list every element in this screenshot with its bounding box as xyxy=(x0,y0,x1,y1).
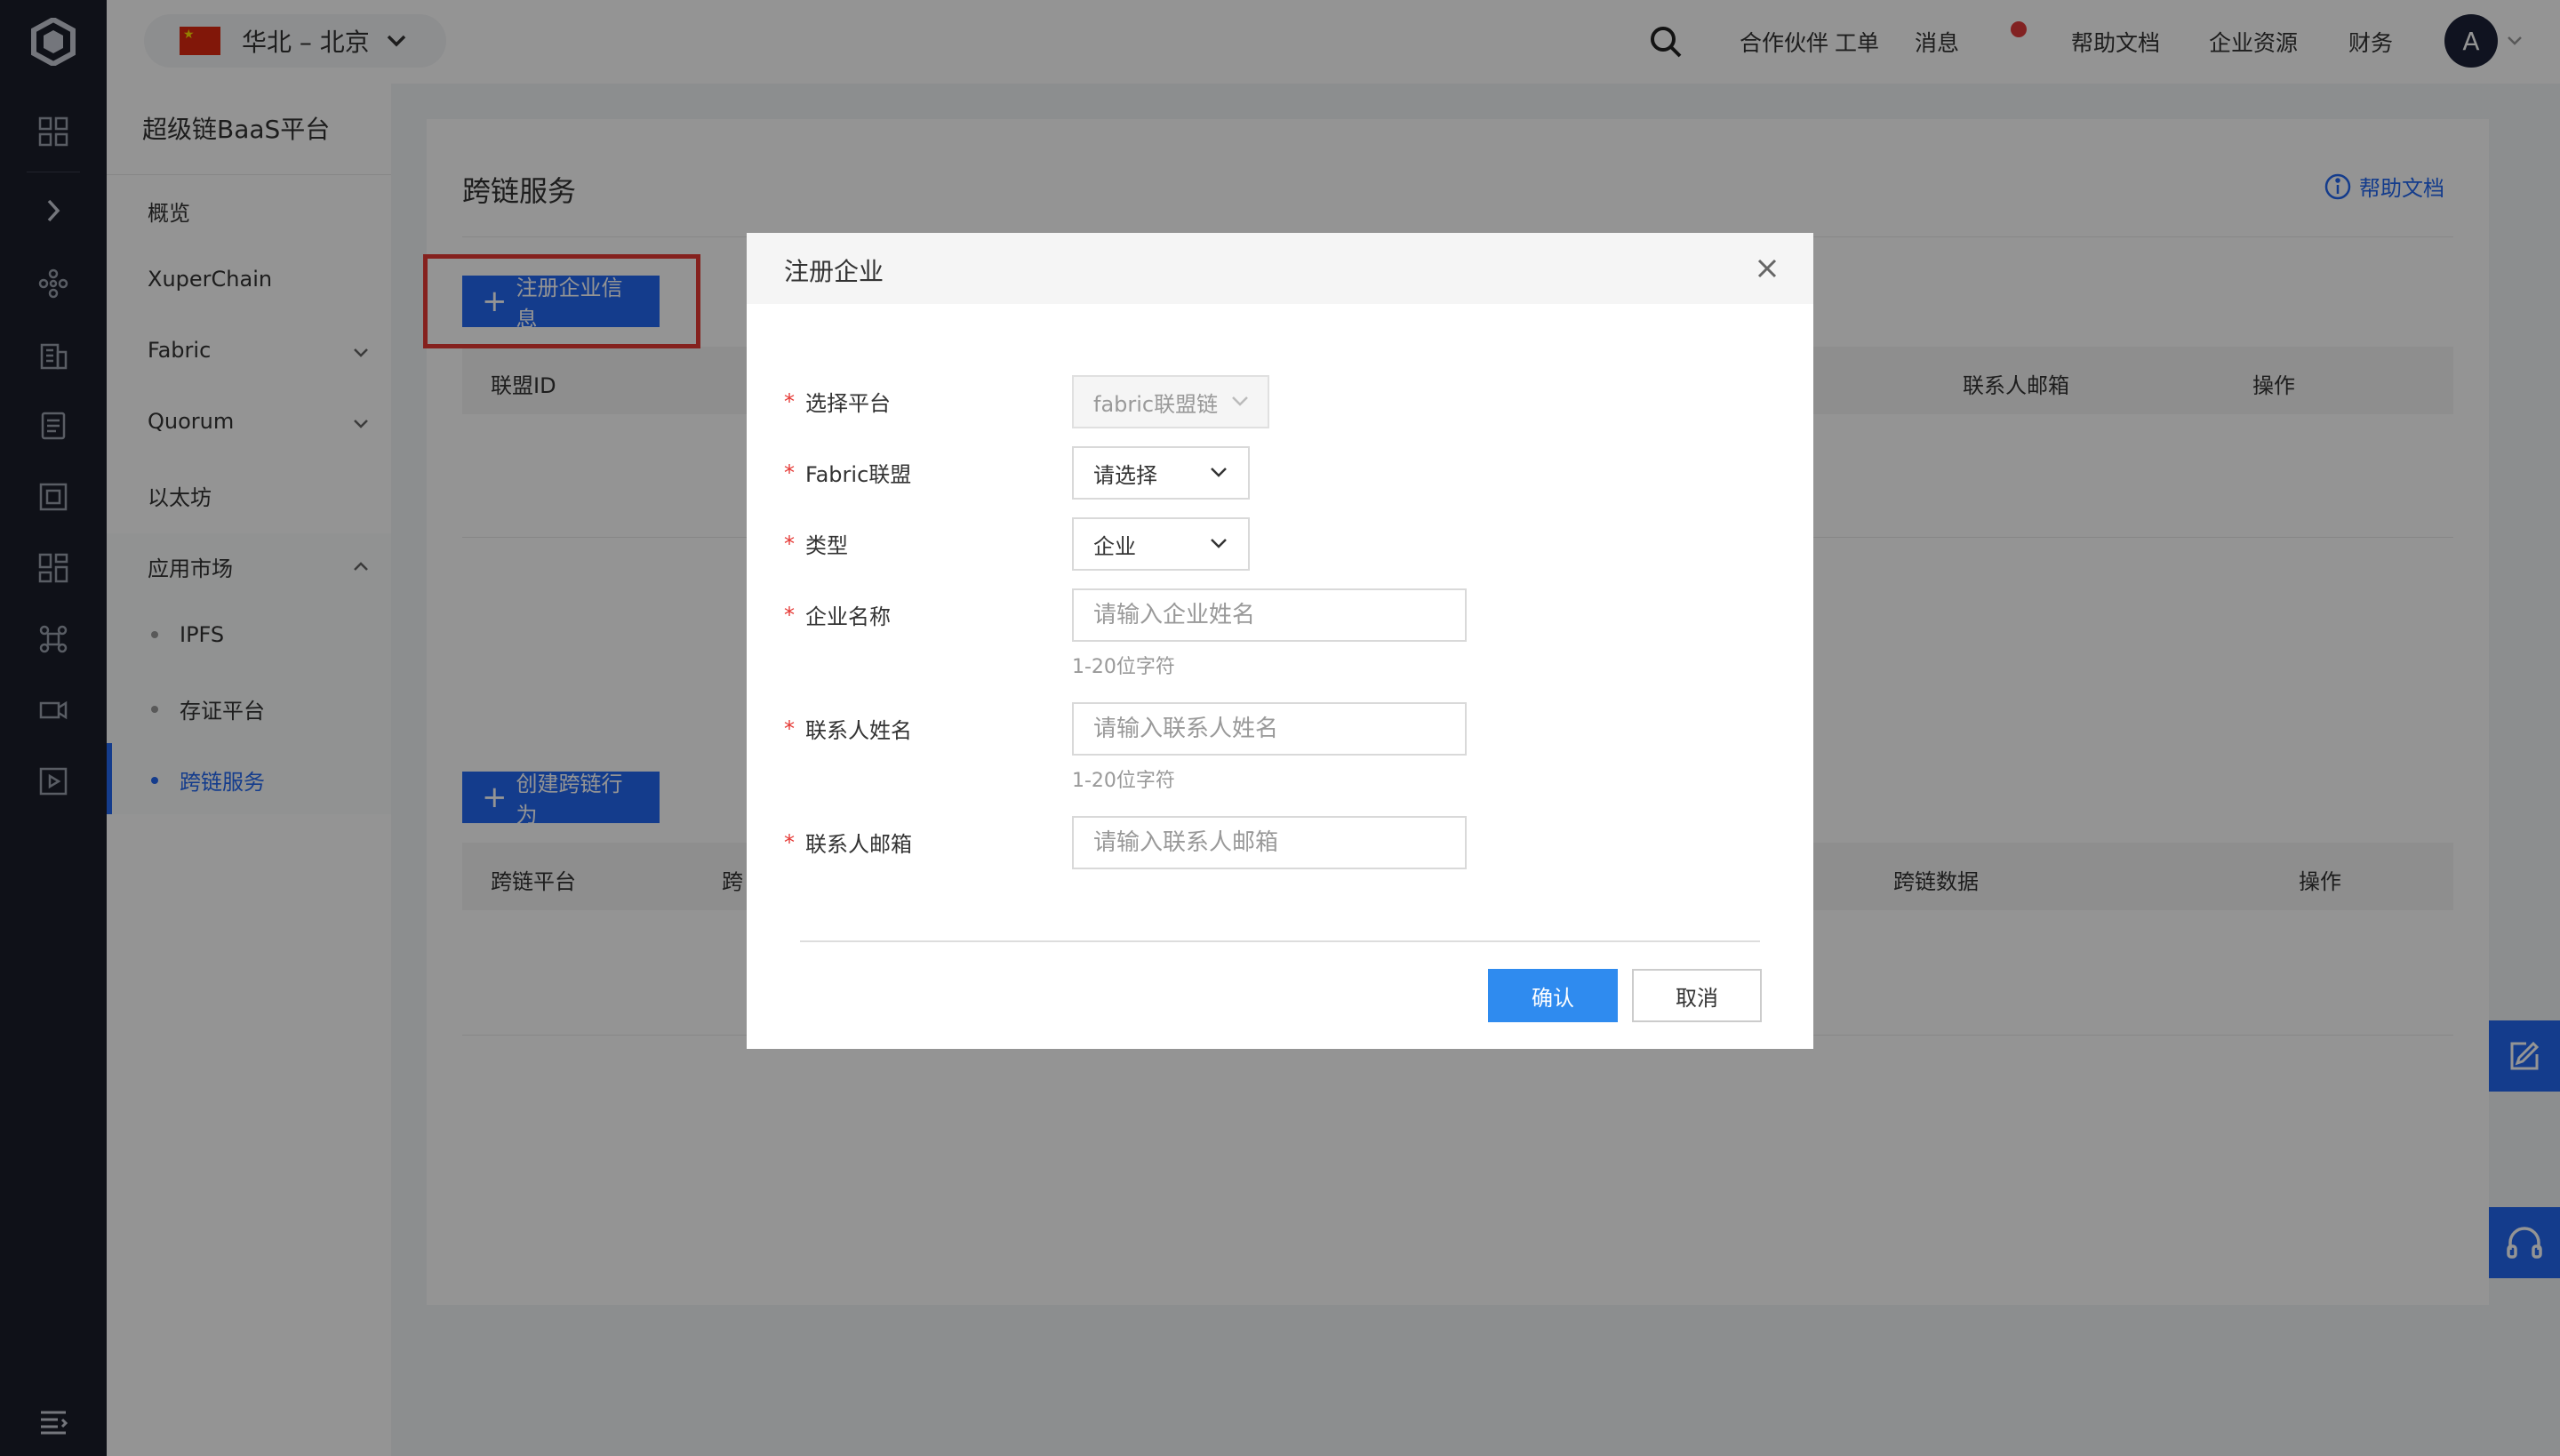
close-icon[interactable] xyxy=(1753,254,1781,283)
chevron-down-icon xyxy=(1232,396,1248,406)
type-label: * 类型 xyxy=(784,528,848,559)
contact-name-label: * 联系人姓名 xyxy=(784,713,912,744)
required-mark: * xyxy=(784,829,795,855)
consortium-label: * Fabric联盟 xyxy=(784,457,911,488)
type-select[interactable]: 企业 xyxy=(1072,517,1250,571)
type-value: 企业 xyxy=(1093,533,1136,559)
dialog-footer-divider xyxy=(800,940,1760,942)
field-label: 选择平台 xyxy=(805,391,891,416)
confirm-button[interactable]: 确认 xyxy=(1488,969,1618,1022)
chevron-down-icon xyxy=(1211,539,1227,548)
dialog-header: 注册企业 xyxy=(747,233,1813,304)
required-mark: * xyxy=(784,388,795,414)
field-label: 联系人邮箱 xyxy=(805,832,912,857)
platform-label: * 选择平台 xyxy=(784,386,891,417)
platform-value: fabric联盟链 xyxy=(1093,391,1219,417)
required-mark: * xyxy=(784,602,795,628)
field-label: 联系人姓名 xyxy=(805,718,912,743)
required-mark: * xyxy=(784,716,795,741)
contact-name-input[interactable] xyxy=(1072,702,1467,756)
platform-select: fabric联盟链 xyxy=(1072,375,1269,428)
cancel-button[interactable]: 取消 xyxy=(1632,969,1762,1022)
required-mark: * xyxy=(784,531,795,556)
company-name-hint: 1-20位字符 xyxy=(1072,656,1175,678)
company-name-label: * 企业名称 xyxy=(784,599,891,630)
field-label: 类型 xyxy=(805,533,848,558)
consortium-value: 请选择 xyxy=(1093,462,1157,488)
contact-email-label: * 联系人邮箱 xyxy=(784,827,912,858)
contact-name-hint: 1-20位字符 xyxy=(1072,770,1175,792)
contact-email-input[interactable] xyxy=(1072,816,1467,869)
consortium-select[interactable]: 请选择 xyxy=(1072,446,1250,500)
field-label: 企业名称 xyxy=(805,604,891,629)
chevron-down-icon xyxy=(1211,468,1227,477)
company-name-input[interactable] xyxy=(1072,588,1467,642)
dialog-title: 注册企业 xyxy=(784,257,884,286)
required-mark: * xyxy=(784,460,795,485)
register-enterprise-dialog: 注册企业 * 选择平台 fabric联盟链 * Fabric联盟 请选择 * 类型 企… xyxy=(747,233,1813,1049)
field-label: Fabric联盟 xyxy=(805,462,912,487)
